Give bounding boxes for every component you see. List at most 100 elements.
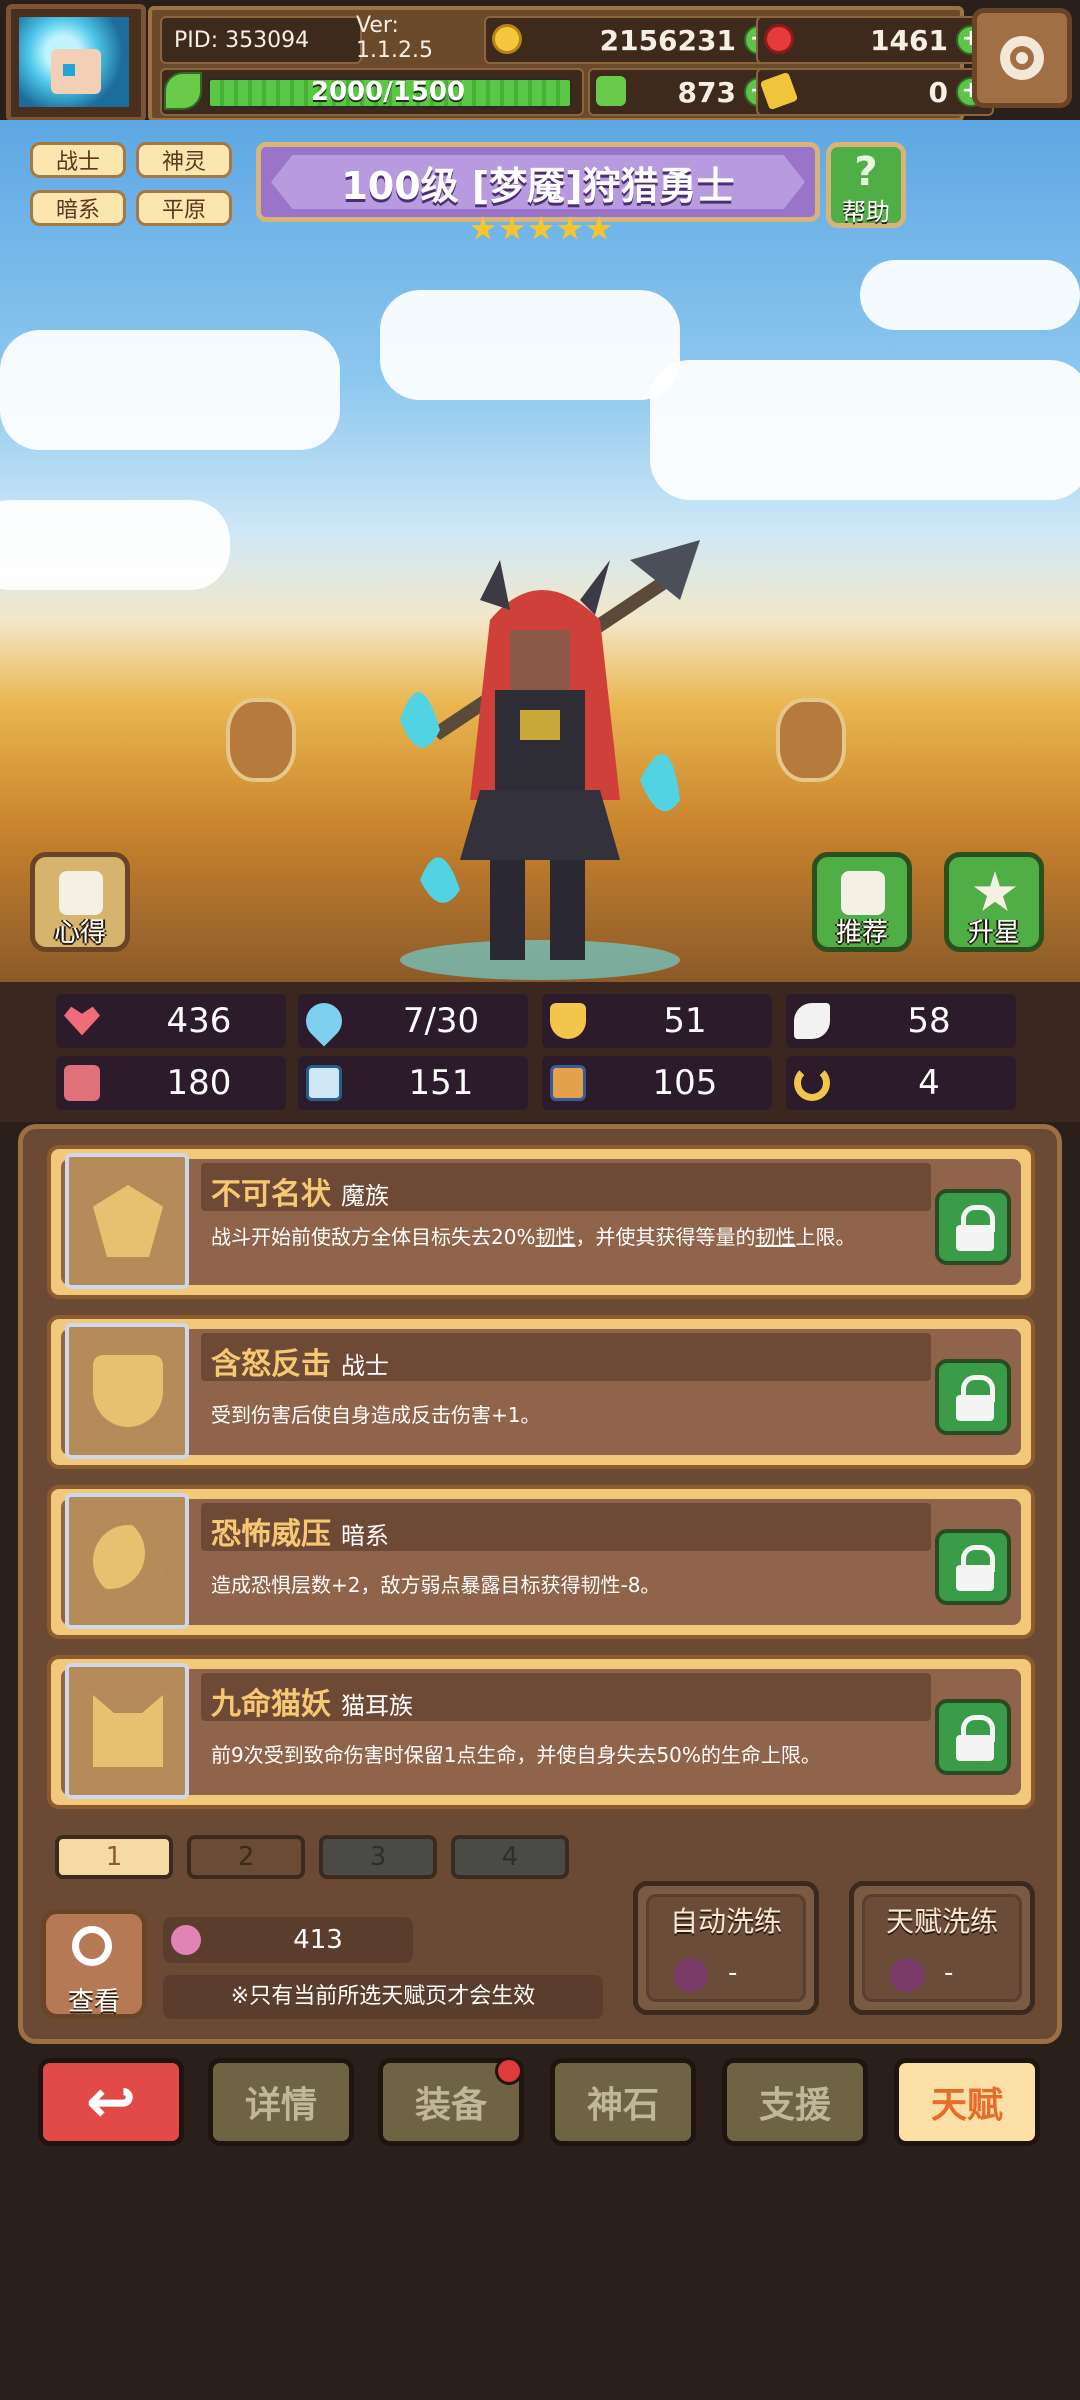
lock-button[interactable] [935, 1699, 1011, 1775]
talent-name: 恐怖威压 [211, 1517, 331, 1552]
clover-chip: 873 + [588, 68, 782, 116]
stat-value: 7/30 [402, 1001, 480, 1041]
talent-card[interactable]: 不可名状 魔族 战斗开始前使敌方全体目标失去20%韧性，并使其获得等量的韧性上限。 [47, 1145, 1035, 1299]
star-icon [973, 871, 1017, 912]
stat-move[interactable]: 105 [542, 1056, 772, 1110]
nav-godstone[interactable]: 神石 [550, 2058, 696, 2146]
talent-wash-cost: - [944, 1958, 954, 1988]
auto-wash-button[interactable]: 自动洗练 - [633, 1881, 819, 2015]
talent-card[interactable]: 恐怖威压 暗系 造成恐惧层数+2，敌方弱点暴露目标获得韧性-8。 [47, 1485, 1035, 1639]
talent-description: 受到伤害后使自身造成反击伤害+1。 [211, 1399, 921, 1431]
settings-button[interactable] [972, 8, 1072, 108]
rank-star-icon [470, 216, 496, 240]
talent-card[interactable]: 含怒反击 战士 受到伤害后使自身造成反击伤害+1。 [47, 1315, 1035, 1469]
talent-note: ※只有当前所选天赋页才会生效 [163, 1975, 603, 2019]
recommend-button[interactable]: 推荐 [812, 852, 912, 952]
talent-title: 不可名状 魔族 [211, 1169, 389, 1213]
nav-support[interactable]: 支援 [722, 2058, 868, 2146]
cloud [650, 360, 1080, 500]
view-button[interactable]: 查看 [41, 1909, 147, 2019]
fruit-icon [171, 1925, 201, 1955]
leaf-icon [164, 72, 202, 110]
player-avatar[interactable] [6, 4, 146, 122]
hero-title: 100级 [梦魇]狩猎勇士 [341, 163, 735, 208]
right-rune-badge[interactable] [776, 698, 846, 782]
help-button[interactable]: ? 帮助 [826, 142, 906, 228]
talent-wash-button[interactable]: 天赋洗练 - [849, 1881, 1035, 2015]
help-label: 帮助 [842, 198, 890, 226]
notification-dot [495, 2057, 523, 2085]
talent-icon-frame [65, 1663, 189, 1799]
star-up-button[interactable]: 升星 [944, 852, 1044, 952]
tag-terrain[interactable]: 平原 [136, 190, 232, 226]
talent-desc-text: 战斗开始前使敌方全体目标失去20%韧性，并使其获得等量的韧性上限。 [211, 1225, 856, 1249]
avatar-face [51, 49, 101, 94]
nav-details[interactable]: 详情 [208, 2058, 354, 2146]
talent-page-tabs: 1 2 3 4 [55, 1835, 569, 1879]
stat-value: 51 [663, 1001, 707, 1041]
talent-card[interactable]: 九命猫妖 猫耳族 前9次受到致命伤害时保留1点生命，并使自身失去50%的生命上限。 [47, 1655, 1035, 1809]
talent-desc-text: 造成恐惧层数+2，敌方弱点暴露目标获得韧性-8。 [211, 1573, 661, 1597]
thumbs-up-icon [841, 871, 885, 915]
version-chip: Ver: 1.1.2.5 [348, 13, 476, 63]
gold-chip: 2156231 + [484, 16, 782, 64]
stat-value: 436 [166, 1001, 232, 1041]
stat-value: 180 [166, 1063, 232, 1103]
cloud [860, 260, 1080, 330]
talent-icon-frame [65, 1323, 189, 1459]
pid-text: PID: 353094 [174, 27, 310, 53]
stat-magic[interactable]: 151 [298, 1056, 528, 1110]
rank-star-icon [557, 216, 583, 240]
cloud [0, 330, 340, 450]
auto-wash-cost: - [728, 1958, 738, 1988]
notes-label: 心得 [53, 918, 106, 948]
stat-mana[interactable]: 7/30 [298, 994, 528, 1048]
book-icon [306, 1065, 342, 1101]
lock-button[interactable] [935, 1529, 1011, 1605]
ticket-icon [759, 71, 799, 111]
talent-icon-frame [65, 1493, 189, 1629]
demon-crest-icon [93, 1185, 163, 1257]
ticket-chip: 0 + [756, 68, 994, 116]
stat-luck[interactable]: 4 [786, 1056, 1016, 1110]
stat-hp[interactable]: 436 [56, 994, 286, 1048]
back-button[interactable]: ↩ [38, 2058, 184, 2146]
notes-button[interactable]: 心得 [30, 852, 130, 952]
nav-equipment[interactable]: 装备 [378, 2057, 524, 2146]
lock-button[interactable] [935, 1359, 1011, 1435]
stat-value: 151 [408, 1063, 474, 1103]
tag-element[interactable]: 暗系 [30, 190, 126, 226]
gold-coin-icon [492, 24, 522, 54]
stat-speed[interactable]: 58 [786, 994, 1016, 1048]
scroll-icon [59, 871, 103, 915]
page-tab-1[interactable]: 1 [55, 1835, 173, 1879]
lock-button[interactable] [935, 1189, 1011, 1265]
hero-scene: 战士 神灵 暗系 平原 100级 [梦魇]狩猎勇士 ? 帮助 心得 推荐 升星 [0, 120, 1080, 982]
nav-equipment-label: 装备 [414, 2085, 487, 2126]
dark-fruit-icon [674, 1958, 708, 1992]
talent-name: 不可名状 [211, 1177, 331, 1212]
crescent-moon-icon [93, 1525, 163, 1597]
tag-race[interactable]: 神灵 [136, 142, 232, 178]
page-tab-3[interactable]: 3 [319, 1835, 437, 1879]
stat-defense[interactable]: 51 [542, 994, 772, 1048]
left-rune-badge[interactable] [226, 698, 296, 782]
talent-category: 魔族 [341, 1182, 389, 1210]
view-label: 查看 [67, 1987, 120, 2017]
wing-icon [794, 1003, 830, 1039]
pid-chip: PID: 353094 [160, 16, 362, 64]
stat-attack[interactable]: 180 [56, 1056, 286, 1110]
mana-drop-icon [298, 995, 350, 1047]
hero-sprite [400, 540, 700, 980]
page-tab-4[interactable]: 4 [451, 1835, 569, 1879]
nav-talent[interactable]: 天赋 [894, 2058, 1040, 2146]
hero-stars [470, 216, 612, 242]
talent-description: 前9次受到致命伤害时保留1点生命，并使自身失去50%的生命上限。 [211, 1739, 921, 1771]
talent-title: 恐怖威压 暗系 [211, 1509, 389, 1553]
tag-class[interactable]: 战士 [30, 142, 126, 178]
gear-icon [1000, 36, 1044, 80]
auto-wash-label: 自动洗练 [669, 1905, 782, 1938]
page-tab-2[interactable]: 2 [187, 1835, 305, 1879]
horseshoe-icon [794, 1065, 830, 1101]
ruby-icon [764, 24, 794, 54]
